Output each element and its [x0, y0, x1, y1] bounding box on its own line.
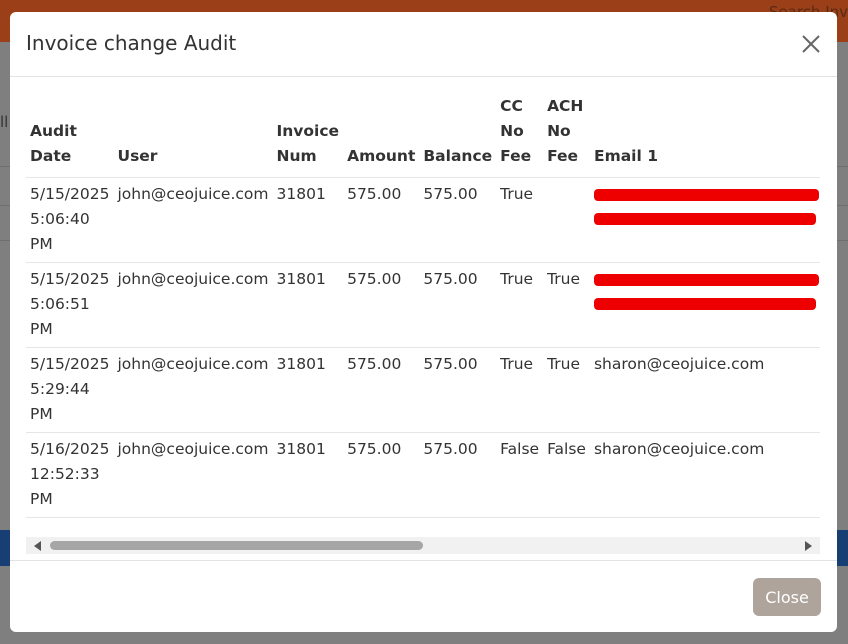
cell-user: john@ceojuice.com — [113, 432, 273, 518]
cell-email-1: sharon@ceojuice.com — [589, 432, 820, 518]
table-row: 5/15/2025 5:29:44 PM john@ceojuice.com 31801… — [26, 347, 820, 433]
cell-ach-no-fee: True — [543, 262, 590, 348]
cell-amount: 575.00 — [343, 347, 420, 433]
cell-audit-date: 5/15/2025 5:06:51 PM — [26, 262, 114, 348]
modal-body: Audit Date User Invoice Num Amount Balance… — [26, 90, 820, 554]
audit-date-part: 5:06:51 — [30, 295, 90, 313]
audit-date-part: PM — [30, 490, 53, 508]
cell-ach-no-fee: False — [543, 432, 590, 518]
invoice-audit-modal: Invoice change Audit Audit Date User Invo… — [10, 12, 837, 632]
audit-table-scroll-area[interactable]: Audit Date User Invoice Num Amount Balance… — [26, 90, 820, 523]
column-invoice-num: Invoice Num — [272, 90, 344, 178]
audit-date-part: 5:29:44 — [30, 380, 90, 398]
cell-cc-no-fee: True — [496, 262, 544, 348]
cell-invoice-num: 31801 — [272, 177, 344, 263]
audit-table: Audit Date User Invoice Num Amount Balance… — [26, 90, 820, 518]
audit-date-part: 5/15/2025 — [30, 270, 110, 288]
column-user: User — [113, 90, 273, 178]
redacted-email: , — [593, 267, 820, 317]
audit-date-part: PM — [30, 235, 53, 253]
close-button[interactable]: Close — [753, 578, 821, 616]
cell-invoice-num: 31801 — [272, 347, 344, 433]
cell-ach-no-fee: True — [543, 347, 590, 433]
column-amount: Amount — [343, 90, 420, 178]
audit-date-part: 5:06:40 — [30, 210, 90, 228]
redaction-mark — [593, 298, 816, 310]
redaction-mark — [593, 213, 816, 225]
scroll-right-icon[interactable] — [805, 541, 812, 551]
scroll-left-icon[interactable] — [34, 541, 41, 551]
cell-ach-no-fee — [543, 177, 590, 263]
cell-email-1: , — [589, 177, 820, 263]
cell-amount: 575.00 — [343, 432, 420, 518]
cell-balance: 575.00 — [419, 432, 497, 518]
close-icon[interactable] — [799, 32, 823, 56]
cell-audit-date: 5/16/2025 12:52:33 PM — [26, 432, 114, 518]
table-header-row: Audit Date User Invoice Num Amount Balance… — [26, 90, 820, 178]
modal-header: Invoice change Audit — [10, 12, 837, 77]
table-row: 5/15/2025 5:06:40 PM john@ceojuice.com 31801… — [26, 177, 820, 263]
audit-date-part: 12:52:33 — [30, 465, 100, 483]
audit-date-part: 5/16/2025 — [30, 440, 110, 458]
modal-title: Invoice change Audit — [26, 31, 237, 55]
cell-user: john@ceojuice.com — [113, 177, 273, 263]
audit-date-part: 5/15/2025 — [30, 355, 110, 373]
cell-user: john@ceojuice.com — [113, 347, 273, 433]
cell-audit-date: 5/15/2025 5:06:40 PM — [26, 177, 114, 263]
cell-cc-no-fee: False — [496, 432, 544, 518]
column-audit-date: Audit Date — [26, 90, 114, 178]
column-email-1: Email 1 — [589, 90, 820, 178]
column-cc-no-fee: CC No Fee — [496, 90, 544, 178]
scrollbar-thumb[interactable] — [50, 541, 423, 550]
modal-footer: Close — [10, 560, 837, 632]
cell-balance: 575.00 — [419, 347, 497, 433]
cell-balance: 575.00 — [419, 262, 497, 348]
cell-cc-no-fee: True — [496, 177, 544, 263]
cell-user: john@ceojuice.com — [113, 262, 273, 348]
column-balance: Balance — [419, 90, 497, 178]
horizontal-scrollbar[interactable] — [26, 537, 820, 554]
audit-date-part: PM — [30, 320, 53, 338]
cell-balance: 575.00 — [419, 177, 497, 263]
table-row: 5/16/2025 12:52:33 PM john@ceojuice.com 3180… — [26, 432, 820, 518]
cell-email-1: , — [589, 262, 820, 348]
audit-date-part: PM — [30, 405, 53, 423]
column-ach-no-fee: ACH No Fee — [543, 90, 590, 178]
background-side-text: ll — [0, 113, 9, 131]
cell-invoice-num: 31801 — [272, 432, 344, 518]
cell-amount: 575.00 — [343, 262, 420, 348]
redacted-email: , — [593, 182, 820, 232]
table-row: 5/15/2025 5:06:51 PM john@ceojuice.com 31801… — [26, 262, 820, 348]
cell-email-1: sharon@ceojuice.com — [589, 347, 820, 433]
cell-amount: 575.00 — [343, 177, 420, 263]
audit-date-part: 5/15/2025 — [30, 185, 110, 203]
cell-invoice-num: 31801 — [272, 262, 344, 348]
cell-audit-date: 5/15/2025 5:29:44 PM — [26, 347, 114, 433]
cell-cc-no-fee: True — [496, 347, 544, 433]
redaction-mark — [593, 189, 819, 201]
redaction-mark — [593, 274, 819, 286]
